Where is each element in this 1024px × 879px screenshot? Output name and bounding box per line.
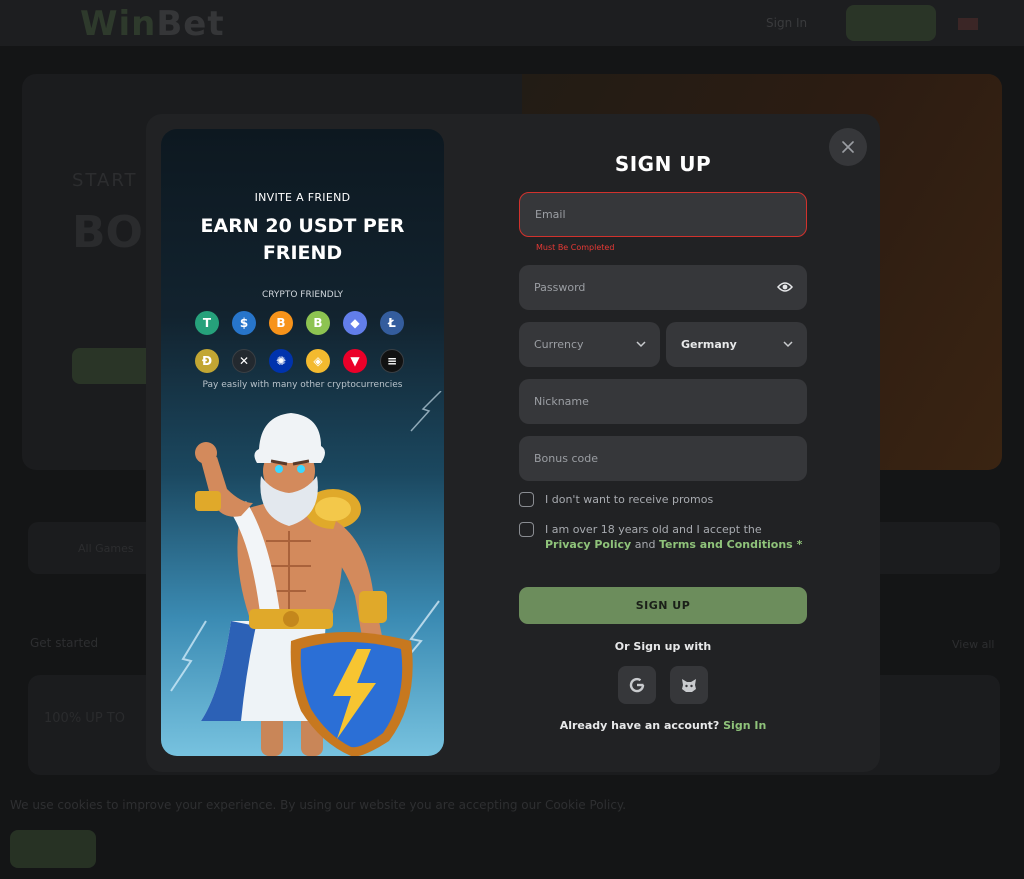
promo-opt-out-row[interactable]: I don't want to receive promos [519, 492, 713, 507]
google-icon [629, 677, 645, 693]
language-flag-icon [958, 18, 978, 30]
already-have-account-row: Already have an account? Sign In [519, 719, 807, 732]
country-value: Germany [681, 338, 737, 351]
promo-opt-out-checkbox[interactable] [519, 492, 534, 507]
section-view-all: View all [952, 638, 995, 651]
chevron-down-icon [783, 341, 793, 348]
promo-opt-out-label: I don't want to receive promos [545, 493, 714, 506]
zeus-character-illustration [170, 391, 442, 756]
bonus-code-field[interactable]: Bonus code [519, 436, 807, 481]
crypto-coin-grid: T $ B B ◆ Ł Ð ✕ ✺ ◈ ▼ ≡ [195, 311, 411, 373]
close-button[interactable] [829, 128, 867, 166]
password-placeholder: Password [534, 281, 586, 294]
cookie-accept-button [10, 830, 96, 868]
signup-title: SIGN UP [614, 152, 712, 176]
header-signup-button [846, 5, 936, 41]
nickname-field[interactable]: Nickname [519, 379, 807, 424]
promo-kicker: INVITE A FRIEND [254, 191, 351, 204]
email-field[interactable]: Email [519, 192, 807, 237]
bitcoin-cash-icon: B [306, 311, 330, 335]
signup-modal: INVITE A FRIEND EARN 20 USDT PER FRIEND … [146, 114, 880, 772]
age-terms-text: I am over 18 years old and I accept the [545, 523, 762, 536]
promo-title: EARN 20 USDT PER FRIEND [200, 215, 405, 264]
search-bar-label: All Games [78, 542, 134, 555]
required-mark: * [792, 538, 803, 551]
usdc-icon: $ [232, 311, 256, 335]
currency-placeholder: Currency [534, 338, 584, 351]
tether-icon: T [195, 311, 219, 335]
bnb-icon: ◈ [306, 349, 330, 373]
metamask-fox-icon [682, 678, 696, 692]
cardano-icon: ✺ [269, 349, 293, 373]
age-terms-checkbox[interactable] [519, 522, 534, 537]
age-terms-label: I am over 18 years old and I accept the … [545, 522, 807, 552]
password-field[interactable]: Password [519, 265, 807, 310]
bitcoin-icon: B [269, 311, 293, 335]
solana-icon: ≡ [380, 349, 404, 373]
litecoin-icon: Ł [380, 311, 404, 335]
privacy-policy-link[interactable]: Privacy Policy [545, 538, 631, 551]
bonus-code-placeholder: Bonus code [534, 452, 598, 465]
cookie-notice: We use cookies to improve your experienc… [10, 798, 627, 812]
hero-kicker: START [72, 170, 138, 191]
crypto-friendly-label: CRYPTO FRIENDLY [261, 290, 344, 300]
bonus-card-text: 100% UP TO [44, 711, 125, 726]
terms-link[interactable]: Terms and Conditions [659, 538, 793, 551]
and-text: and [631, 538, 659, 551]
email-placeholder: Email [535, 208, 566, 221]
site-header: WinBet Sign In [0, 0, 1024, 46]
metamask-signup-button[interactable] [670, 666, 708, 704]
google-signup-button[interactable] [618, 666, 656, 704]
xrp-icon: ✕ [232, 349, 256, 373]
chevron-down-icon [636, 341, 646, 348]
header-signin-link: Sign In [766, 16, 808, 30]
email-error-message: Must Be Completed [536, 243, 615, 252]
site-logo: WinBet [80, 4, 225, 44]
signup-submit-button[interactable]: SIGN UP [519, 587, 807, 624]
signin-link[interactable]: Sign In [723, 719, 766, 732]
close-icon [842, 141, 854, 153]
or-signup-with-label: Or Sign up with [614, 640, 712, 653]
already-have-account-text: Already have an account? [559, 719, 724, 732]
country-select[interactable]: Germany [666, 322, 807, 367]
section-title: Get started [30, 636, 99, 650]
currency-select[interactable]: Currency [519, 322, 660, 367]
pay-easily-text: Pay easily with many other cryptocurrenc… [202, 380, 403, 390]
nickname-placeholder: Nickname [534, 395, 589, 408]
ethereum-icon: ◆ [343, 311, 367, 335]
dogecoin-icon: Ð [195, 349, 219, 373]
show-password-eye-icon[interactable] [777, 280, 793, 294]
age-terms-row[interactable]: I am over 18 years old and I accept the … [519, 522, 807, 552]
tron-icon: ▼ [343, 349, 367, 373]
promo-panel: INVITE A FRIEND EARN 20 USDT PER FRIEND … [161, 129, 444, 756]
